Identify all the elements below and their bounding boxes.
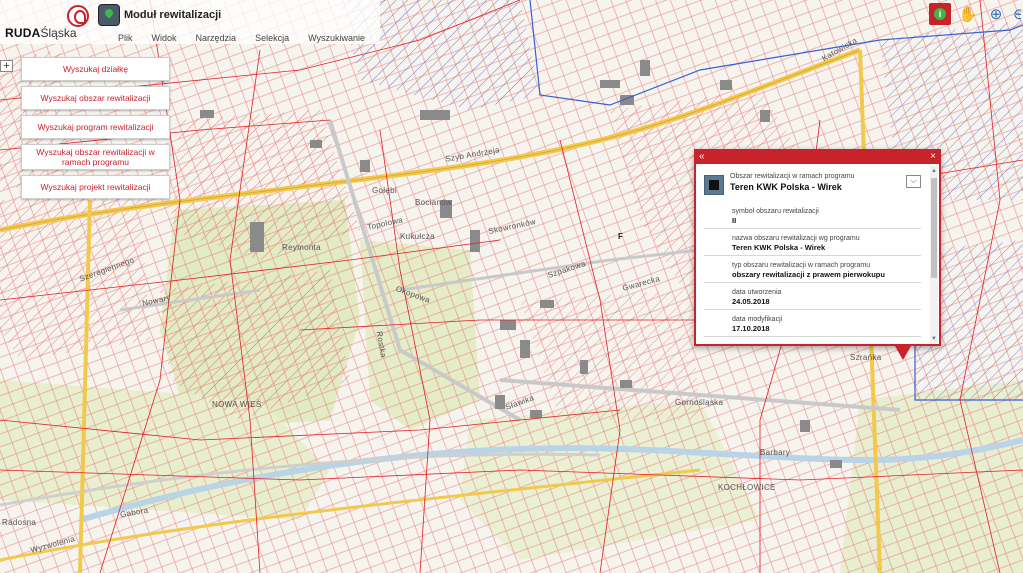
main-menu: Plik Widok Narzędzia Selekcja Wyszukiwan… <box>118 33 384 43</box>
attribute-label: symbol obszaru rewitalizacji <box>732 208 819 215</box>
popup-content: Obszar rewitalizacji w ramach programu T… <box>696 164 929 344</box>
layer-icon <box>704 175 724 195</box>
attribute-label: typ obszaru rewitalizacji w ramach progr… <box>732 262 871 269</box>
module-title: Moduł rewitalizacji <box>124 9 222 21</box>
popup-title: Teren KWK Polska - Wirek <box>730 182 842 192</box>
popup-scrollbar[interactable]: ▲ ▼ <box>930 166 938 343</box>
search-program-button[interactable]: Wyszukaj program rewitalizacji <box>21 115 170 139</box>
map-label: Szrańka <box>850 353 882 362</box>
attribute-label: nazwa obszaru rewitalizacji wg programu <box>732 235 860 242</box>
menu-item-narzedzia[interactable]: Narzędzia <box>196 33 237 43</box>
zoom-out-icon[interactable]: ⊖ <box>1013 3 1021 25</box>
close-icon[interactable]: × <box>930 151 936 163</box>
map-marker-label: F <box>618 232 624 241</box>
map-toolbar: i ✋ ⊕ ⊖ <box>929 3 1023 25</box>
brand-name: RUDAŚląska <box>5 26 77 40</box>
attribute-value: 17.10.2018 <box>732 324 770 333</box>
attribute-value: obszary rewitalizacji z prawem pierwokup… <box>732 270 885 279</box>
menu-item-wyszukiwanie[interactable]: Wyszukiwanie <box>308 33 365 43</box>
module-map-icon[interactable] <box>98 4 120 26</box>
map-label: Radosna <box>2 518 37 527</box>
app-header: RUDAŚląska Moduł rewitalizacji Plik Wido… <box>0 0 380 44</box>
scrollbar-thumb[interactable] <box>931 178 937 278</box>
popup-layer-name: Obszar rewitalizacji w ramach programu <box>730 173 855 180</box>
attribute-label: data utworzenia <box>732 289 782 296</box>
pan-hand-icon[interactable]: ✋ <box>957 3 979 25</box>
feature-info-popup: « × Obszar rewitalizacji w ramach progra… <box>694 149 941 346</box>
map-label: Gołębi <box>372 186 397 195</box>
attribute-value: II <box>732 216 737 225</box>
district-label: KOCHŁOWICE <box>718 483 776 492</box>
attribute-value: Teren KWK Polska - Wirek <box>732 243 826 252</box>
district-label: NOWA WIEŚ <box>212 400 262 409</box>
scroll-up-icon[interactable]: ▲ <box>931 168 937 174</box>
attribute-row: typ obszaru rewitalizacji w ramach progr… <box>704 256 921 283</box>
map-label: Barbary <box>760 448 791 457</box>
brand-name-bold: RUDA <box>5 26 41 40</box>
chevron-down-icon[interactable]: ⌵ <box>906 175 921 188</box>
map-label: Reymonta <box>282 243 321 252</box>
menu-item-widok[interactable]: Widok <box>152 33 177 43</box>
attribute-row: data modyfikacji 17.10.2018 <box>704 310 921 337</box>
map-label: Kukułcza <box>400 232 435 241</box>
attribute-row: symbol obszaru rewitalizacji II <box>704 202 921 229</box>
attribute-row: data utworzenia 24.05.2018 <box>704 283 921 310</box>
scroll-down-icon[interactable]: ▼ <box>931 336 937 342</box>
popup-pointer <box>895 346 911 360</box>
info-tool-button[interactable]: i <box>929 3 951 25</box>
search-parcel-button[interactable]: Wyszukaj działkę <box>21 57 170 81</box>
search-program-area-button[interactable]: Wyszukaj obszar rewitalizacji w ramach p… <box>21 144 170 170</box>
info-icon: i <box>934 8 946 20</box>
menu-item-selekcja[interactable]: Selekcja <box>255 33 289 43</box>
search-area-button[interactable]: Wyszukaj obszar rewitalizacji <box>21 86 170 110</box>
popup-header: Obszar rewitalizacji w ramach programu T… <box>704 172 921 202</box>
search-project-button[interactable]: Wyszukaj projekt rewitalizacji <box>21 175 170 199</box>
city-logo-icon <box>67 5 89 27</box>
zoom-plus-button[interactable]: + <box>0 60 13 72</box>
map-label: Gornośląska <box>675 398 724 407</box>
map-label: Bocianów <box>415 198 453 207</box>
collapse-icon[interactable]: « <box>699 151 705 163</box>
menu-item-plik[interactable]: Plik <box>118 33 133 43</box>
attribute-label: data modyfikacji <box>732 316 783 323</box>
popup-titlebar: « × <box>696 151 939 164</box>
search-panel: Wyszukaj działkę Wyszukaj obszar rewital… <box>21 57 171 204</box>
zoom-in-icon[interactable]: ⊕ <box>985 3 1007 25</box>
attribute-value: 24.05.2018 <box>732 297 770 306</box>
attribute-row: nazwa obszaru rewitalizacji wg programu … <box>704 229 921 256</box>
brand-name-rest: Śląska <box>40 26 77 40</box>
